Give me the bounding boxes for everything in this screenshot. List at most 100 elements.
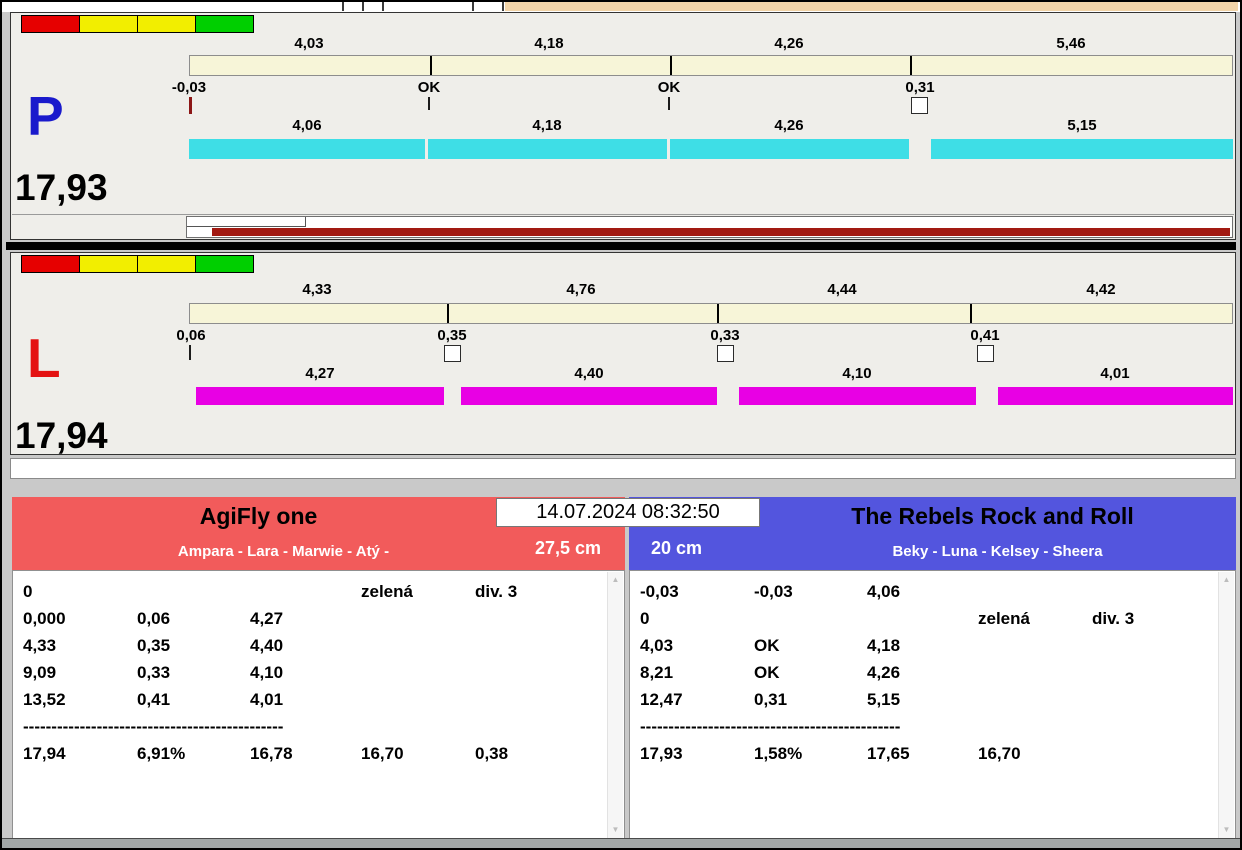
cell: 12,47 <box>640 690 683 709</box>
split-tick <box>428 97 430 110</box>
team-members: Ampara - Lara - Marwie - Atý - <box>177 543 390 560</box>
scroll-up-icon[interactable]: ▲ <box>1219 572 1234 588</box>
cell: 4,33 <box>23 636 57 655</box>
scrollbar[interactable]: ▲ ▼ <box>607 572 623 838</box>
result-row: 9,09 0,33 4,10 <box>13 663 608 690</box>
result-row: 13,52 0,41 4,01 <box>13 690 608 717</box>
segment-bars <box>189 139 1233 159</box>
total-time: 17,93 <box>640 744 683 763</box>
start-tick <box>189 345 191 360</box>
lane-letter-p: P <box>27 85 64 147</box>
team-results-area: -0,03 -0,03 4,06 0 zelená div. 3 4,03 OK… <box>629 570 1236 840</box>
segment-bar <box>196 387 444 405</box>
divider-row: ----------------------------------------… <box>13 717 608 744</box>
scale-divider <box>670 56 672 75</box>
team-members: Beky - Luna - Kelsey - Sheera <box>892 543 1103 560</box>
result-row: 0 zelená div. 3 <box>630 609 1219 636</box>
cell: 4,18 <box>867 636 901 655</box>
datetime-display: 14.07.2024 08:32:50 <box>496 498 760 527</box>
titlebar-strip <box>2 2 1240 12</box>
upper-split-value: 4,26 <box>774 35 804 52</box>
titlebar-tick <box>342 2 344 11</box>
judge-mark: 0,41 <box>970 327 1000 344</box>
cell: 4,26 <box>867 663 901 682</box>
segment-bar <box>428 139 667 159</box>
summary-row: 17,93 1,58% 17,65 16,70 <box>630 744 1219 771</box>
lower-split-value: 4,01 <box>1100 365 1130 382</box>
section-divider <box>6 242 1236 250</box>
cell: 9,09 <box>23 663 57 682</box>
cell: zelená <box>361 582 413 601</box>
progress-marker <box>187 217 306 227</box>
scroll-down-icon[interactable]: ▼ <box>1219 822 1234 838</box>
split-checkbox[interactable] <box>911 97 928 114</box>
result-rows: -0,03 -0,03 4,06 0 zelená div. 3 4,03 OK… <box>630 582 1219 771</box>
result-row: 8,21 OK 4,26 <box>630 663 1219 690</box>
progress-fill <box>212 228 1230 236</box>
scroll-up-icon[interactable]: ▲ <box>608 572 623 588</box>
scrollbar[interactable]: ▲ ▼ <box>1218 572 1234 838</box>
percentage: 6,91% <box>137 744 186 763</box>
cell: 4,03 <box>640 636 674 655</box>
cell: 0 <box>640 609 650 628</box>
split-checkbox[interactable] <box>717 345 734 362</box>
segment-bars <box>189 387 1233 405</box>
cell: 13,52 <box>23 690 66 709</box>
indicator-red-square <box>21 255 80 273</box>
judge-mark: -0,03 <box>171 79 207 96</box>
lane-total-time-l: 17,94 <box>15 415 108 456</box>
lower-split-value: 4,40 <box>574 365 604 382</box>
result-row: 12,47 0,31 5,15 <box>630 690 1219 717</box>
cell: 0,35 <box>137 636 171 655</box>
cell: OK <box>754 636 780 655</box>
segment-bar <box>670 139 909 159</box>
cell: 0,000 <box>23 609 66 628</box>
upper-split-value: 4,18 <box>534 35 564 52</box>
titlebar-tick <box>472 2 474 11</box>
cell: 16,70 <box>361 744 404 763</box>
scale-divider <box>430 56 432 75</box>
start-tick <box>189 97 192 114</box>
cell: zelená <box>978 609 1030 628</box>
indicator-yellow-square <box>137 15 196 33</box>
split-tick <box>668 97 670 110</box>
total-time: 17,94 <box>23 744 66 763</box>
scale-divider <box>447 304 449 323</box>
lower-split-value: 4,26 <box>774 117 804 134</box>
judge-mark: 0,31 <box>905 79 935 96</box>
lower-split-value: 4,18 <box>532 117 562 134</box>
cell: OK <box>754 663 780 682</box>
result-row: -0,03 -0,03 4,06 <box>630 582 1219 609</box>
cell: div. 3 <box>1092 609 1135 628</box>
team-results-area: 0 zelená div. 3 0,000 0,06 4,27 4,33 0,3… <box>12 570 625 840</box>
cell: 4,10 <box>250 663 284 682</box>
cell: 4,01 <box>250 690 284 709</box>
cell: 16,70 <box>978 744 1021 763</box>
team-name: AgiFly one <box>199 503 318 529</box>
cell: 8,21 <box>640 663 674 682</box>
cell: 4,06 <box>867 582 901 601</box>
upper-split-value: 5,46 <box>1056 35 1086 52</box>
lane-total-time-p: 17,93 <box>15 167 108 208</box>
indicator-yellow-square <box>137 255 196 273</box>
divider-row: ----------------------------------------… <box>630 717 1219 744</box>
tick-row <box>189 97 1233 115</box>
judge-mark: OK <box>417 79 441 96</box>
tick-row <box>189 345 1233 363</box>
upper-split-value: 4,76 <box>566 281 596 298</box>
upper-split-value: 4,44 <box>827 281 857 298</box>
segment-bar <box>739 387 976 405</box>
lower-split-value: 5,15 <box>1067 117 1097 134</box>
cell: 17,65 <box>867 744 910 763</box>
summary-row: 17,94 6,91% 16,78 16,70 0,38 <box>13 744 608 771</box>
result-rows: 0 zelená div. 3 0,000 0,06 4,27 4,33 0,3… <box>13 582 608 771</box>
titlebar-tick <box>502 2 504 11</box>
scroll-down-icon[interactable]: ▼ <box>608 822 623 838</box>
panel-rule <box>12 214 1234 215</box>
scale-divider <box>910 56 912 75</box>
split-checkbox[interactable] <box>977 345 994 362</box>
lower-split-value: 4,10 <box>842 365 872 382</box>
team-panel-right: The Rebels Rock and Roll Beky - Luna - K… <box>629 497 1236 840</box>
split-checkbox[interactable] <box>444 345 461 362</box>
split-scale-bar <box>189 55 1233 76</box>
